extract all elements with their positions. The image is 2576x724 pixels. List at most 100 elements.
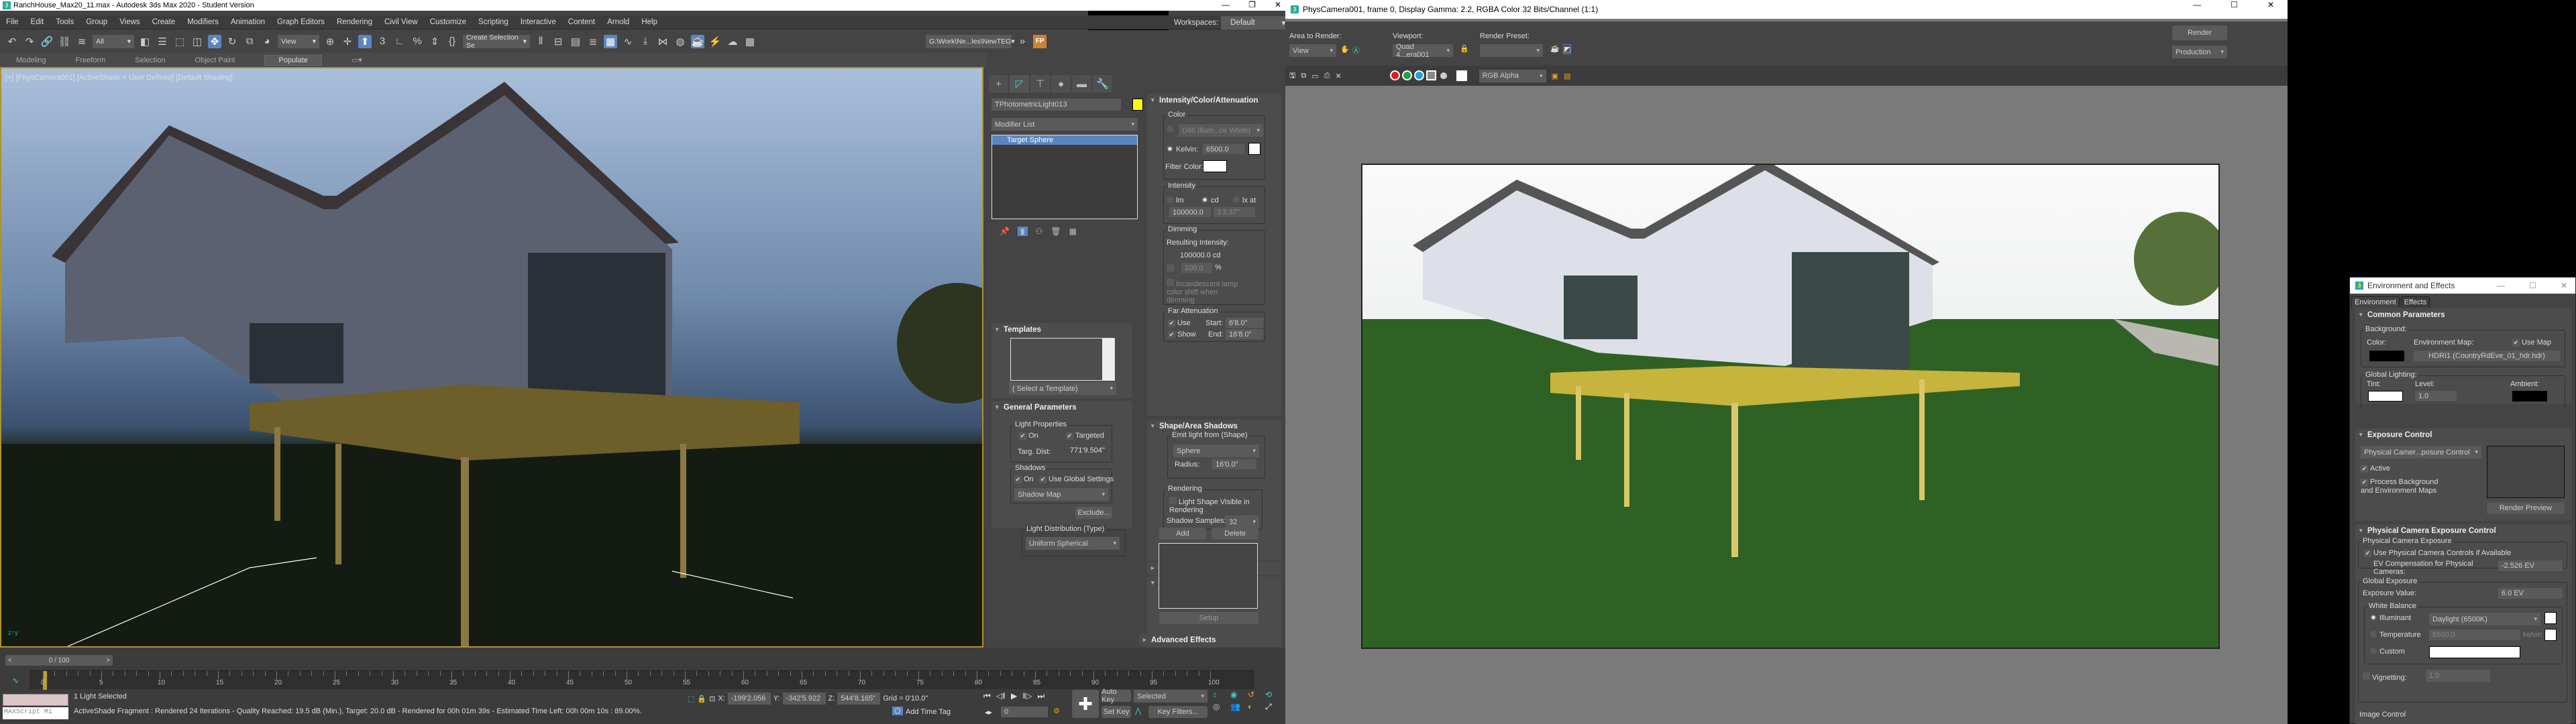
bind-spacewarp-icon[interactable]: ≋ [75, 35, 89, 48]
ribbon-tab-selection[interactable]: Selection [135, 56, 165, 64]
auto-key-button[interactable]: Auto Key [1102, 688, 1131, 704]
scene-explorer-icon[interactable]: ▤ [569, 35, 582, 48]
manipulate-icon[interactable]: ⬆ [358, 34, 372, 48]
background-color-swatch[interactable] [1456, 70, 1467, 81]
absolute-mode-icon[interactable]: ⊡ [709, 695, 715, 703]
modify-tab-icon[interactable]: ◸ [1010, 75, 1029, 93]
illuminant-swatch[interactable] [2544, 612, 2557, 624]
alpha-channel-icon[interactable] [1426, 70, 1436, 80]
exclude-button[interactable]: Exclude... [1075, 507, 1112, 519]
blue-channel-icon[interactable] [1413, 70, 1424, 80]
project-path-dropdown[interactable]: G:\Work\Ne...les\NewTEG ▾ [926, 34, 1015, 48]
tint-swatch[interactable] [2368, 391, 2403, 402]
menu-customize[interactable]: Customize [430, 18, 466, 26]
shape-dropdown[interactable]: Sphere [1173, 444, 1259, 457]
walk-through-icon[interactable]: 👥 [1230, 702, 1245, 712]
link-icon[interactable]: 🔗 [40, 35, 54, 48]
pivot-center-icon[interactable]: ⊕ [323, 35, 337, 48]
key-mode-toggle-icon[interactable]: ◂▸ [985, 708, 992, 717]
atmos-delete-button[interactable]: Delete [1212, 528, 1258, 540]
select-object-icon[interactable]: ◧ [138, 35, 152, 48]
y-coordinate-field[interactable]: -342'5.922 [782, 692, 826, 705]
lx-at-radio[interactable]: lx at [1233, 196, 1256, 204]
pan-camera-icon[interactable]: ⟲ [1265, 690, 1280, 699]
far-use-checkbox[interactable]: ✔ Use [1168, 319, 1191, 327]
edit-region-icon[interactable]: ✋ [1340, 45, 1350, 54]
reference-coord-dropdown[interactable]: View ▾ [278, 34, 319, 48]
display-channel-dropdown[interactable]: RGB Alpha [1479, 69, 1546, 82]
create-tab-icon[interactable]: + [989, 75, 1008, 93]
show-end-result-icon[interactable]: ▮ [1017, 227, 1028, 236]
print-image-icon[interactable]: ⎙ [1324, 72, 1330, 80]
selection-lock-icon[interactable]: 🔒 [697, 695, 706, 703]
level-spinner[interactable]: 1.0 [2415, 391, 2457, 401]
atmos-setup-button[interactable]: Setup [1159, 612, 1258, 624]
exposure-active-checkbox[interactable]: ✔ Active [2361, 465, 2390, 473]
zoom-icon[interactable]: ↕ [1213, 690, 1228, 699]
light-distribution-dropdown[interactable]: Uniform Spherical [1026, 537, 1120, 550]
filter-color-swatch[interactable] [1203, 160, 1227, 172]
far-show-checkbox[interactable]: ✔ Show [1168, 330, 1196, 339]
exposure-value-spinner[interactable]: 6.0 EV [2498, 588, 2563, 599]
exposure-control-header[interactable]: Exposure Control [2355, 428, 2571, 439]
make-unique-icon[interactable]: ⚇ [1036, 227, 1043, 236]
toggle-ui-icon[interactable]: ▤ [1564, 72, 1570, 80]
render-mode-dropdown[interactable]: Production [2172, 46, 2227, 58]
menu-group[interactable]: Group [86, 18, 107, 26]
restore-button[interactable]: ❐ [1248, 0, 1256, 9]
vignetting-checkbox[interactable]: Vignetting: [2363, 672, 2407, 682]
go-to-start-icon[interactable]: ⏮ [983, 691, 991, 701]
use-map-checkbox[interactable]: ✔ Use Map [2512, 339, 2551, 347]
common-parameters-header[interactable]: Common Parameters [2355, 308, 2571, 319]
pin-stack-icon[interactable]: 📌 [1000, 227, 1010, 236]
far-start-spinner[interactable]: 6'8.0" [1226, 318, 1263, 328]
intensity-spinner[interactable]: 100000.0 [1169, 207, 1211, 217]
env-maximize-button[interactable]: ☐ [2529, 281, 2536, 290]
render-preview-button[interactable]: Render Preview [2487, 502, 2565, 514]
motion-tab-icon[interactable]: ● [1051, 75, 1071, 93]
key-tangent-icon[interactable]: ⋀ [1135, 707, 1141, 715]
save-image-icon[interactable]: 🖫 [1289, 70, 1295, 82]
radius-spinner[interactable]: 16'0.0" [1212, 459, 1256, 469]
ev-comp-spinner[interactable]: -2.526 EV [2498, 560, 2563, 571]
template-dropdown[interactable]: ( Select a Template) [1009, 382, 1116, 395]
color-preset-dropdown[interactable]: D65 Illum...ce White) [1179, 124, 1263, 137]
ribbon-tab-freeform[interactable]: Freeform [76, 56, 106, 64]
preset-radio[interactable] [1167, 125, 1176, 133]
ribbon-toggle-icon[interactable]: ▦ [604, 34, 617, 48]
light-on-checkbox[interactable]: ✔ On [1019, 432, 1038, 440]
render-frame-window-icon[interactable]: ▩ [743, 35, 757, 48]
clone-window-icon[interactable]: ▭ [1311, 72, 1318, 80]
cd-radio[interactable]: cd [1201, 196, 1219, 204]
layer-explorer-icon[interactable]: ≣ [586, 35, 600, 48]
menu-modifiers[interactable]: Modifiers [187, 18, 219, 26]
illuminant-dropdown[interactable]: Daylight (6500K) [2429, 613, 2540, 625]
select-by-name-icon[interactable]: ☰ [156, 35, 169, 48]
menu-views[interactable]: Views [119, 18, 140, 26]
menu-scripting[interactable]: Scripting [478, 18, 508, 26]
render-setup-icon[interactable]: ☕ [1550, 44, 1560, 53]
lm-radio[interactable]: lm [1167, 196, 1184, 204]
rectangular-selection-icon[interactable]: ⬚ [173, 35, 186, 48]
object-color-swatch[interactable] [1132, 99, 1143, 111]
menu-tools[interactable]: Tools [56, 18, 74, 26]
key-filters-button[interactable]: Key Filters... [1148, 706, 1208, 718]
time-slider[interactable]: < 0 / 100 > [5, 655, 113, 666]
workspaces-dropdown[interactable]: Default ▾ [1221, 15, 1295, 29]
kelvin-color-swatch[interactable] [1248, 143, 1260, 155]
next-frame-icon[interactable]: ‖▷ [1022, 691, 1032, 701]
monochrome-icon[interactable] [1440, 72, 1447, 79]
environment-map-button[interactable]: HDRI1 (CountryRdEve_01_hdr.hdr) [2414, 351, 2560, 361]
zoom-all-icon[interactable]: ◉ [1230, 690, 1245, 699]
hierarchy-tab-icon[interactable]: ⊤ [1030, 75, 1050, 93]
menu-file[interactable]: File [6, 18, 19, 26]
play-icon[interactable]: ▶ [1011, 691, 1017, 701]
unlink-icon[interactable]: ⛓ [58, 35, 71, 48]
go-to-end-icon[interactable]: ⏭ [1037, 691, 1044, 701]
menu-animation[interactable]: Animation [231, 18, 265, 26]
clear-image-icon[interactable]: ✕ [1335, 72, 1341, 80]
toolbar-overflow-icon[interactable]: » [1016, 35, 1029, 48]
stack-item[interactable]: Target Sphere [992, 135, 1137, 145]
dim-percent-spinner[interactable]: 100.0 [1181, 263, 1212, 273]
fp-plugin-icon[interactable]: FP [1033, 34, 1046, 48]
